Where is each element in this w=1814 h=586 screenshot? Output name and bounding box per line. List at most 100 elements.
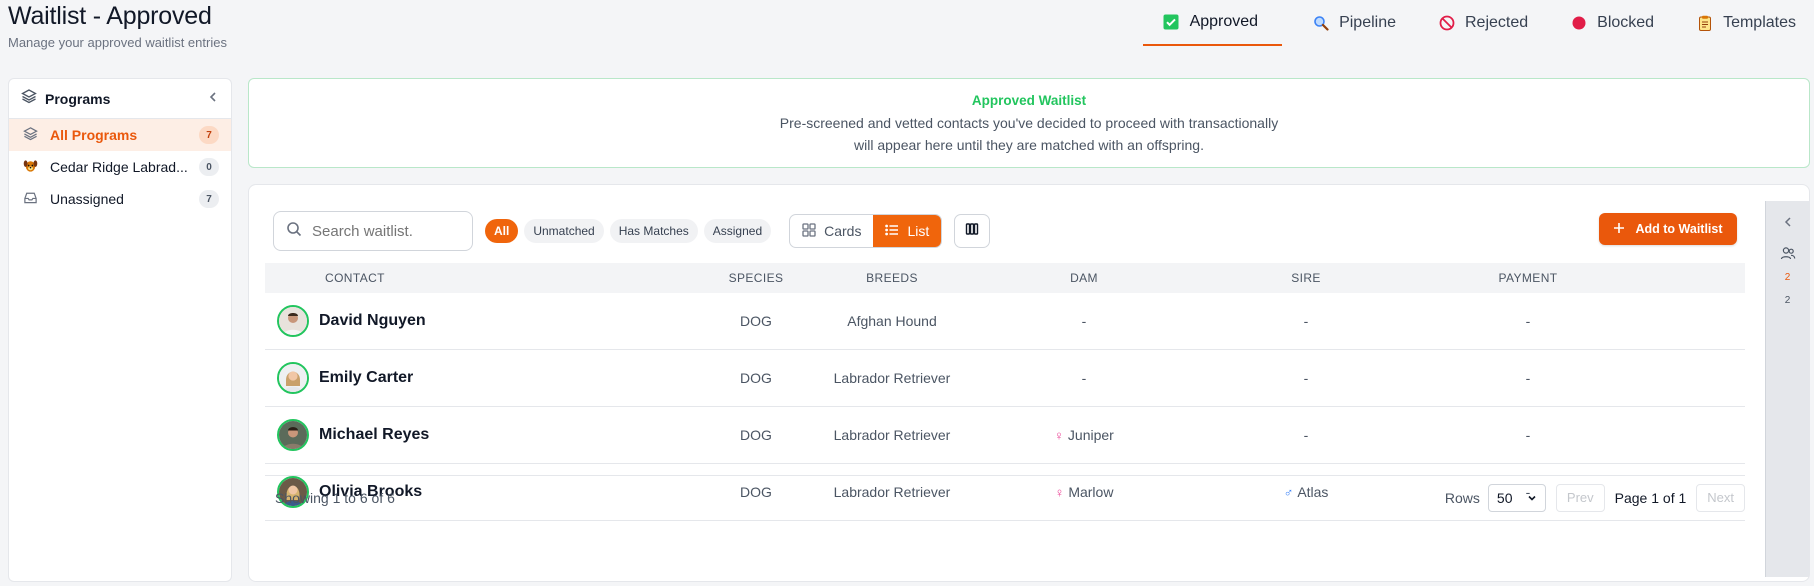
add-label: Add to Waitlist	[1635, 222, 1723, 236]
programs-sidebar: Programs All Programs 7 Cedar Ridge Labr…	[8, 78, 232, 582]
tab-label: Templates	[1723, 14, 1796, 31]
cards-label: Cards	[824, 223, 862, 239]
sidebar-item-label: Unassigned	[50, 191, 124, 207]
table-row[interactable]: Emily Carter DOG Labrador Retriever - - …	[265, 350, 1745, 407]
rail-count: 2	[1784, 295, 1791, 306]
next-button[interactable]: Next	[1696, 483, 1745, 512]
tab-templates[interactable]: Templates	[1676, 0, 1808, 46]
filter-all[interactable]: All	[485, 219, 519, 243]
columns-button[interactable]	[954, 214, 991, 248]
sidebar-item-all-programs[interactable]: All Programs 7	[9, 119, 231, 151]
search-input[interactable]	[312, 222, 462, 240]
rows-per-page-select[interactable]: 50	[1487, 483, 1546, 512]
columns-icon	[965, 222, 979, 241]
list-view-button[interactable]: List	[873, 215, 942, 247]
avatar	[277, 419, 309, 451]
pagination-footer: Showing 1 to 6 of 6 Rows 50 Prev Page 1 …	[265, 475, 1745, 519]
header-dam[interactable]: DAM	[973, 271, 1195, 285]
sire-cell: -	[1303, 427, 1309, 443]
sidebar-item-cedar-ridge[interactable]: Cedar Ridge Labrad... 0	[9, 151, 231, 183]
tab-blocked[interactable]: Blocked	[1550, 0, 1666, 46]
avatar	[277, 305, 309, 337]
dam-name[interactable]: Juniper	[1068, 427, 1114, 443]
dam-cell: -	[1081, 370, 1087, 386]
side-rail: 2 2	[1765, 201, 1809, 577]
header-species[interactable]: SPECIES	[701, 271, 811, 285]
filter-assigned[interactable]: Assigned	[703, 219, 772, 243]
sidebar-title: Programs	[45, 90, 111, 107]
tab-label: Rejected	[1465, 14, 1529, 31]
inbox-icon	[23, 190, 38, 208]
clipboard-icon	[1696, 15, 1713, 32]
chevron-left-icon[interactable]	[1782, 215, 1794, 233]
breed-cell: Labrador Retriever	[833, 370, 951, 386]
breed-cell: Afghan Hound	[847, 313, 937, 329]
search-box[interactable]	[273, 211, 473, 251]
header-payment[interactable]: PAYMENT	[1417, 271, 1639, 285]
table-row[interactable]: Michael Reyes DOG Labrador Retriever ♀ Ju…	[265, 407, 1745, 464]
payment-cell: -	[1525, 427, 1531, 443]
table-row[interactable]: David Nguyen DOG Afghan Hound - - -	[265, 293, 1745, 350]
page-subtitle: Manage your approved waitlist entries	[8, 35, 227, 50]
header-breeds[interactable]: BREEDS	[811, 271, 973, 285]
tab-label: Approved	[1189, 13, 1259, 30]
tab-label: Pipeline	[1339, 14, 1396, 31]
chevron-down-icon	[1527, 490, 1537, 506]
species-cell: DOG	[740, 427, 772, 443]
rows-label: Rows	[1444, 489, 1480, 506]
tab-pipeline[interactable]: Pipeline	[1292, 0, 1408, 46]
breed-cell: Labrador Retriever	[833, 427, 951, 443]
grid-icon	[802, 222, 816, 240]
contact-name[interactable]: Michael Reyes	[319, 426, 429, 444]
dog-icon	[23, 158, 38, 176]
count-badge: 7	[199, 126, 219, 144]
filter-has-matches[interactable]: Has Matches	[609, 219, 698, 243]
layers-icon	[21, 88, 37, 109]
cards-view-button[interactable]: Cards	[790, 215, 873, 247]
waitlist-panel: All Unmatched Has Matches Assigned Cards…	[248, 184, 1810, 582]
page-title: Waitlist - Approved	[8, 2, 212, 30]
list-label: List	[907, 223, 930, 239]
red-circle-icon	[1570, 15, 1587, 32]
showing-text: Showing 1 to 6 of 6	[275, 489, 395, 506]
contact-name[interactable]: David Nguyen	[319, 312, 426, 330]
payment-cell: -	[1525, 370, 1531, 386]
female-icon: ♀	[1054, 428, 1064, 443]
magnifier-icon	[1312, 15, 1329, 32]
add-to-waitlist-button[interactable]: Add to Waitlist	[1599, 213, 1737, 245]
rail-count-active: 2	[1784, 272, 1791, 283]
species-cell: DOG	[740, 313, 772, 329]
users-icon[interactable]	[1780, 245, 1796, 266]
sire-cell: -	[1303, 313, 1309, 329]
sire-cell: -	[1303, 370, 1309, 386]
banner-line-2: will appear here until they are matched …	[854, 137, 1204, 153]
sidebar-item-label: All Programs	[50, 127, 138, 143]
list-icon	[885, 223, 899, 240]
banner-line-1: Pre-screened and vetted contacts you've …	[779, 115, 1279, 131]
tab-approved[interactable]: Approved	[1142, 0, 1283, 46]
search-icon	[286, 221, 302, 242]
status-tabs: Approved Pipeline Rejected Blocked Templ…	[1133, 0, 1814, 46]
sidebar-header: Programs	[9, 79, 231, 119]
filter-chips: All Unmatched Has Matches Assigned	[485, 219, 772, 243]
collapse-sidebar-icon[interactable]	[207, 90, 219, 108]
view-toggle: Cards List	[789, 214, 943, 248]
layers-icon	[23, 126, 38, 144]
check-square-icon	[1163, 14, 1180, 31]
plus-icon	[1613, 222, 1625, 237]
header-contact[interactable]: CONTACT	[265, 271, 701, 285]
tab-rejected[interactable]: Rejected	[1418, 0, 1540, 46]
sidebar-item-unassigned[interactable]: Unassigned 7	[9, 183, 231, 215]
page-header: Waitlist - Approved Manage your approved…	[8, 0, 227, 50]
toolbar: All Unmatched Has Matches Assigned Cards…	[273, 211, 991, 251]
payment-cell: -	[1525, 313, 1531, 329]
header-sire[interactable]: SIRE	[1195, 271, 1417, 285]
contact-name[interactable]: Emily Carter	[319, 369, 413, 387]
dam-cell: -	[1081, 313, 1087, 329]
banner-description: Pre-screened and vetted contacts you've …	[249, 112, 1809, 156]
page-info: Page 1 of 1	[1614, 489, 1687, 506]
sidebar-item-label: Cedar Ridge Labrad...	[50, 159, 188, 175]
filter-unmatched[interactable]: Unmatched	[524, 219, 604, 243]
prev-button[interactable]: Prev	[1555, 483, 1605, 512]
banner-title: Approved Waitlist	[971, 93, 1087, 108]
